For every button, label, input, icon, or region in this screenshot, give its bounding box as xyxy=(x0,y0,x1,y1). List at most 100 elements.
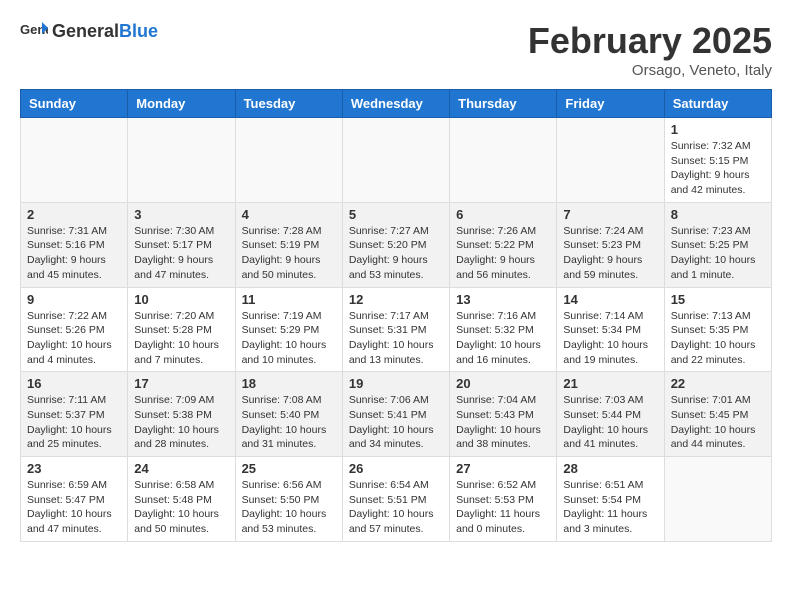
day-number: 20 xyxy=(456,376,550,391)
calendar-cell: 6 Sunrise: 7:26 AM Sunset: 5:22 PM Daylig… xyxy=(450,202,557,287)
weekday-header-saturday: Saturday xyxy=(664,90,771,118)
calendar-cell: 22 Sunrise: 7:01 AM Sunset: 5:45 PM Dayli… xyxy=(664,372,771,457)
calendar-cell xyxy=(21,118,128,203)
calendar-cell xyxy=(664,457,771,542)
calendar-cell: 19 Sunrise: 7:06 AM Sunset: 5:41 PM Dayli… xyxy=(342,372,449,457)
logo-general-text: General xyxy=(52,21,119,41)
day-number: 16 xyxy=(27,376,121,391)
calendar-cell: 17 Sunrise: 7:09 AM Sunset: 5:38 PM Dayli… xyxy=(128,372,235,457)
month-year-title: February 2025 xyxy=(528,20,772,62)
day-info: Sunrise: 7:03 AM Sunset: 5:44 PM Dayligh… xyxy=(563,393,657,452)
calendar-cell xyxy=(342,118,449,203)
calendar-cell: 23 Sunrise: 6:59 AM Sunset: 5:47 PM Dayli… xyxy=(21,457,128,542)
day-number: 12 xyxy=(349,292,443,307)
calendar-cell: 13Sunrise: 7:16 AM Sunset: 5:32 PM Dayli… xyxy=(450,287,557,372)
calendar-cell: 2 Sunrise: 7:31 AM Sunset: 5:16 PM Daylig… xyxy=(21,202,128,287)
day-number: 11 xyxy=(242,292,336,307)
day-number: 10 xyxy=(134,292,228,307)
day-number: 2 xyxy=(27,207,121,222)
calendar-cell: 4 Sunrise: 7:28 AM Sunset: 5:19 PM Daylig… xyxy=(235,202,342,287)
calendar-cell: 20 Sunrise: 7:04 AM Sunset: 5:43 PM Dayli… xyxy=(450,372,557,457)
calendar-cell: 15 Sunrise: 7:13 AM Sunset: 5:35 PM Dayli… xyxy=(664,287,771,372)
title-area: February 2025 Orsago, Veneto, Italy xyxy=(528,20,772,79)
calendar-week-row: 1 Sunrise: 7:32 AM Sunset: 5:15 PM Daylig… xyxy=(21,118,772,203)
day-info: Sunrise: 7:04 AM Sunset: 5:43 PM Dayligh… xyxy=(456,393,550,452)
day-info: Sunrise: 6:59 AM Sunset: 5:47 PM Dayligh… xyxy=(27,478,121,537)
day-number: 22 xyxy=(671,376,765,391)
day-number: 13 xyxy=(456,292,550,307)
day-info: Sunrise: 7:06 AM Sunset: 5:41 PM Dayligh… xyxy=(349,393,443,452)
day-info: Sunrise: 7:20 AM Sunset: 5:28 PM Dayligh… xyxy=(134,309,228,368)
day-number: 23 xyxy=(27,461,121,476)
calendar-cell xyxy=(128,118,235,203)
day-info: Sunrise: 7:19 AM Sunset: 5:29 PM Dayligh… xyxy=(242,309,336,368)
day-number: 7 xyxy=(563,207,657,222)
day-info: Sunrise: 7:24 AM Sunset: 5:23 PM Dayligh… xyxy=(563,224,657,283)
calendar-week-row: 23 Sunrise: 6:59 AM Sunset: 5:47 PM Dayli… xyxy=(21,457,772,542)
calendar-cell xyxy=(557,118,664,203)
calendar-header: SundayMondayTuesdayWednesdayThursdayFrid… xyxy=(21,90,772,118)
calendar-cell: 26Sunrise: 6:54 AM Sunset: 5:51 PM Dayli… xyxy=(342,457,449,542)
day-number: 4 xyxy=(242,207,336,222)
logo-icon: General xyxy=(20,20,48,42)
day-info: Sunrise: 7:27 AM Sunset: 5:20 PM Dayligh… xyxy=(349,224,443,283)
calendar-body: 1 Sunrise: 7:32 AM Sunset: 5:15 PM Daylig… xyxy=(21,118,772,542)
day-number: 25 xyxy=(242,461,336,476)
day-number: 5 xyxy=(349,207,443,222)
calendar-cell: 10 Sunrise: 7:20 AM Sunset: 5:28 PM Dayli… xyxy=(128,287,235,372)
day-info: Sunrise: 7:30 AM Sunset: 5:17 PM Dayligh… xyxy=(134,224,228,283)
day-info: Sunrise: 7:23 AM Sunset: 5:25 PM Dayligh… xyxy=(671,224,765,283)
calendar-cell: 21Sunrise: 7:03 AM Sunset: 5:44 PM Dayli… xyxy=(557,372,664,457)
calendar-week-row: 16Sunrise: 7:11 AM Sunset: 5:37 PM Dayli… xyxy=(21,372,772,457)
day-info: Sunrise: 6:51 AM Sunset: 5:54 PM Dayligh… xyxy=(563,478,657,537)
calendar-cell: 25Sunrise: 6:56 AM Sunset: 5:50 PM Dayli… xyxy=(235,457,342,542)
calendar-cell: 11 Sunrise: 7:19 AM Sunset: 5:29 PM Dayli… xyxy=(235,287,342,372)
calendar-cell: 3Sunrise: 7:30 AM Sunset: 5:17 PM Daylig… xyxy=(128,202,235,287)
logo-blue-text: Blue xyxy=(119,21,158,41)
calendar-week-row: 2 Sunrise: 7:31 AM Sunset: 5:16 PM Daylig… xyxy=(21,202,772,287)
calendar-cell: 16Sunrise: 7:11 AM Sunset: 5:37 PM Dayli… xyxy=(21,372,128,457)
day-info: Sunrise: 7:32 AM Sunset: 5:15 PM Dayligh… xyxy=(671,139,765,198)
calendar-cell xyxy=(450,118,557,203)
day-number: 15 xyxy=(671,292,765,307)
calendar-cell: 18Sunrise: 7:08 AM Sunset: 5:40 PM Dayli… xyxy=(235,372,342,457)
calendar-cell: 24 Sunrise: 6:58 AM Sunset: 5:48 PM Dayli… xyxy=(128,457,235,542)
calendar-cell: 5 Sunrise: 7:27 AM Sunset: 5:20 PM Daylig… xyxy=(342,202,449,287)
day-info: Sunrise: 7:14 AM Sunset: 5:34 PM Dayligh… xyxy=(563,309,657,368)
day-info: Sunrise: 7:08 AM Sunset: 5:40 PM Dayligh… xyxy=(242,393,336,452)
day-number: 8 xyxy=(671,207,765,222)
day-info: Sunrise: 7:01 AM Sunset: 5:45 PM Dayligh… xyxy=(671,393,765,452)
calendar-cell: 1 Sunrise: 7:32 AM Sunset: 5:15 PM Daylig… xyxy=(664,118,771,203)
calendar-cell: 7 Sunrise: 7:24 AM Sunset: 5:23 PM Daylig… xyxy=(557,202,664,287)
day-number: 14 xyxy=(563,292,657,307)
weekday-header-wednesday: Wednesday xyxy=(342,90,449,118)
calendar-cell: 28Sunrise: 6:51 AM Sunset: 5:54 PM Dayli… xyxy=(557,457,664,542)
day-number: 24 xyxy=(134,461,228,476)
day-info: Sunrise: 7:13 AM Sunset: 5:35 PM Dayligh… xyxy=(671,309,765,368)
day-number: 26 xyxy=(349,461,443,476)
weekday-header-row: SundayMondayTuesdayWednesdayThursdayFrid… xyxy=(21,90,772,118)
day-number: 9 xyxy=(27,292,121,307)
day-info: Sunrise: 7:28 AM Sunset: 5:19 PM Dayligh… xyxy=(242,224,336,283)
day-number: 1 xyxy=(671,122,765,137)
calendar-cell xyxy=(235,118,342,203)
day-info: Sunrise: 7:09 AM Sunset: 5:38 PM Dayligh… xyxy=(134,393,228,452)
weekday-header-tuesday: Tuesday xyxy=(235,90,342,118)
day-info: Sunrise: 7:26 AM Sunset: 5:22 PM Dayligh… xyxy=(456,224,550,283)
day-info: Sunrise: 6:58 AM Sunset: 5:48 PM Dayligh… xyxy=(134,478,228,537)
calendar-cell: 14 Sunrise: 7:14 AM Sunset: 5:34 PM Dayli… xyxy=(557,287,664,372)
day-number: 6 xyxy=(456,207,550,222)
day-info: Sunrise: 6:52 AM Sunset: 5:53 PM Dayligh… xyxy=(456,478,550,537)
header: General GeneralBlue February 2025 Orsago… xyxy=(20,20,772,79)
calendar-cell: 12Sunrise: 7:17 AM Sunset: 5:31 PM Dayli… xyxy=(342,287,449,372)
weekday-header-sunday: Sunday xyxy=(21,90,128,118)
day-info: Sunrise: 7:22 AM Sunset: 5:26 PM Dayligh… xyxy=(27,309,121,368)
weekday-header-monday: Monday xyxy=(128,90,235,118)
day-number: 27 xyxy=(456,461,550,476)
calendar-week-row: 9 Sunrise: 7:22 AM Sunset: 5:26 PM Daylig… xyxy=(21,287,772,372)
location-text: Orsago, Veneto, Italy xyxy=(528,62,772,79)
day-number: 17 xyxy=(134,376,228,391)
day-number: 19 xyxy=(349,376,443,391)
day-info: Sunrise: 7:31 AM Sunset: 5:16 PM Dayligh… xyxy=(27,224,121,283)
weekday-header-friday: Friday xyxy=(557,90,664,118)
